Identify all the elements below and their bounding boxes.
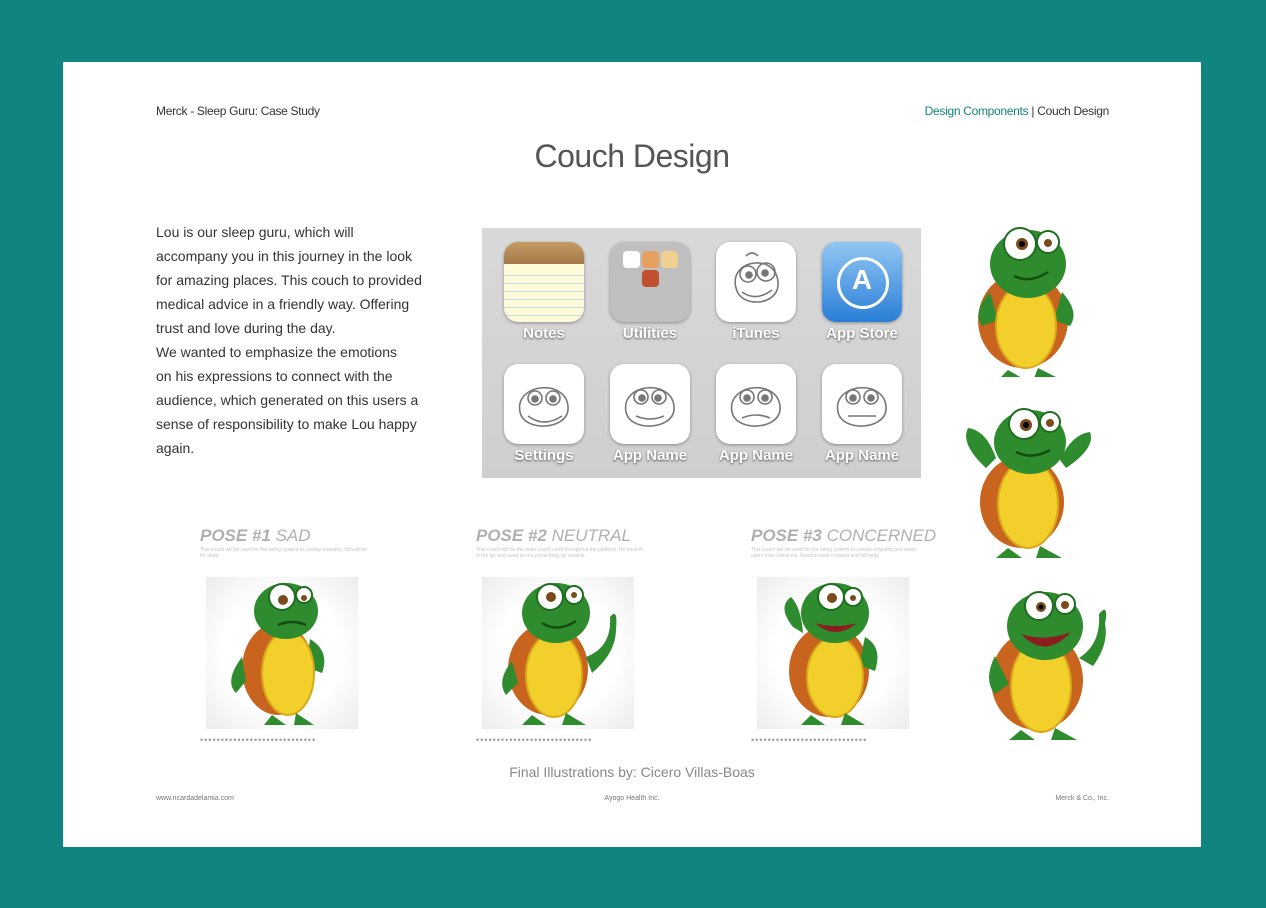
intro-line: audience, which generated on this users … bbox=[156, 392, 419, 408]
pose-neutral: POSE #2 NEUTRAL This coach will be the m… bbox=[476, 526, 646, 745]
pose-divider-dots: •••••••••••••••••••••••••••• bbox=[200, 735, 317, 745]
iphone-home-screen-mockup: Notes Utilities iTunes A App Store Setti… bbox=[482, 228, 921, 478]
case-study-page: Merck - Sleep Guru: Case Study Design Co… bbox=[63, 62, 1201, 847]
pose-number: POSE #3 bbox=[751, 526, 822, 545]
app-settings: Settings bbox=[501, 364, 587, 464]
pose-description: This coach will be used for the rating s… bbox=[200, 547, 367, 559]
pose-heading: POSE #2 NEUTRAL bbox=[476, 526, 646, 546]
pose-divider-dots: •••••••••••••••••••••••••••• bbox=[476, 735, 593, 745]
app-label: Settings bbox=[514, 447, 574, 464]
header-breadcrumb: Design Components | Couch Design bbox=[925, 104, 1110, 118]
turtle-sketch-icon bbox=[716, 242, 796, 322]
pose-mood: SAD bbox=[270, 526, 311, 545]
intro-line: again. bbox=[156, 440, 195, 456]
turtle-pose-standing bbox=[968, 222, 1088, 377]
app-placeholder: App Name bbox=[713, 364, 799, 464]
app-utilities: Utilities bbox=[607, 242, 693, 342]
header-case-study-title: Merck - Sleep Guru: Case Study bbox=[156, 104, 320, 118]
app-placeholder: App Name bbox=[819, 364, 905, 464]
turtle-neutral-illustration bbox=[502, 583, 617, 725]
turtle-illustration bbox=[978, 227, 1074, 377]
intro-line: We wanted to emphasize the emotions bbox=[156, 344, 397, 360]
pose-image-frame bbox=[206, 577, 358, 729]
app-label: Utilities bbox=[622, 325, 678, 342]
intro-line: medical advice in a friendly way. Offeri… bbox=[156, 296, 410, 312]
app-label: Notes bbox=[523, 325, 565, 342]
app-label: App Store bbox=[826, 325, 898, 342]
turtle-sketch-icon bbox=[504, 364, 584, 444]
pose-mood: NEUTRAL bbox=[546, 526, 631, 545]
turtle-sketch-icon bbox=[822, 364, 902, 444]
app-label: iTunes bbox=[732, 325, 780, 342]
app-label: App Name bbox=[824, 447, 900, 464]
pose-image-frame bbox=[482, 577, 634, 729]
turtle-concerned-illustration bbox=[784, 583, 878, 725]
pose-sad: POSE #1 SAD This coach will be used for … bbox=[200, 526, 370, 745]
breadcrumb-separator: | bbox=[1031, 104, 1035, 118]
intro-line: sense of responsibility to make Lou happ… bbox=[156, 416, 417, 432]
turtle-illustration bbox=[989, 591, 1107, 740]
illustration-credit: Final Illustrations by: Cicero Villas-Bo… bbox=[509, 764, 755, 780]
turtle-sketch-icon bbox=[610, 364, 690, 444]
intro-line: on his expressions to connect with the bbox=[156, 368, 393, 384]
app-store-icon: A bbox=[822, 242, 902, 322]
pose-number: POSE #1 bbox=[200, 526, 271, 545]
pose-number: POSE #2 bbox=[476, 526, 547, 545]
pose-divider-dots: •••••••••••••••••••••••••••• bbox=[751, 735, 868, 745]
turtle-sad-illustration bbox=[231, 583, 325, 725]
pose-heading: POSE #3 CONCERNED bbox=[751, 526, 936, 546]
footer-client: Merck & Co., Inc. bbox=[1055, 795, 1109, 802]
breadcrumb-current: Couch Design bbox=[1037, 104, 1109, 118]
pose-description: This coach will be used for the rating s… bbox=[751, 547, 916, 559]
pose-heading: POSE #1 SAD bbox=[200, 526, 370, 546]
utilities-folder-icon bbox=[610, 242, 690, 322]
intro-text: Lou is our sleep guru, which will accomp… bbox=[156, 220, 446, 460]
pose-concerned: POSE #3 CONCERNED This coach will be use… bbox=[751, 526, 936, 745]
pose-mood: CONCERNED bbox=[821, 526, 937, 545]
page-title: Couch Design bbox=[534, 138, 731, 174]
app-notes: Notes bbox=[501, 242, 587, 342]
pose-description: This coach will be the main coach used t… bbox=[476, 547, 643, 559]
app-label: App Name bbox=[612, 447, 688, 464]
notes-app-icon bbox=[504, 242, 584, 322]
footer-company: Ayogo Health Inc. bbox=[604, 795, 660, 802]
intro-line: Lou is our sleep guru, which will bbox=[156, 224, 354, 240]
intro-line: for amazing places. This couch to provid… bbox=[156, 272, 422, 288]
intro-line: trust and love during the day. bbox=[156, 320, 336, 336]
turtle-illustration bbox=[966, 408, 1091, 558]
intro-line: accompany you in this journey in the loo… bbox=[156, 248, 413, 264]
turtle-pose-thumbs-up bbox=[983, 584, 1113, 744]
pose-image-frame bbox=[757, 577, 909, 729]
turtle-sketch-icon bbox=[716, 364, 796, 444]
app-itunes: iTunes bbox=[713, 242, 799, 342]
turtle-pose-flexing bbox=[960, 404, 1100, 559]
app-label: App Name bbox=[718, 447, 794, 464]
breadcrumb-design-components-link[interactable]: Design Components bbox=[925, 104, 1029, 118]
app-placeholder: App Name bbox=[607, 364, 693, 464]
app-app-store: A App Store bbox=[819, 242, 905, 342]
